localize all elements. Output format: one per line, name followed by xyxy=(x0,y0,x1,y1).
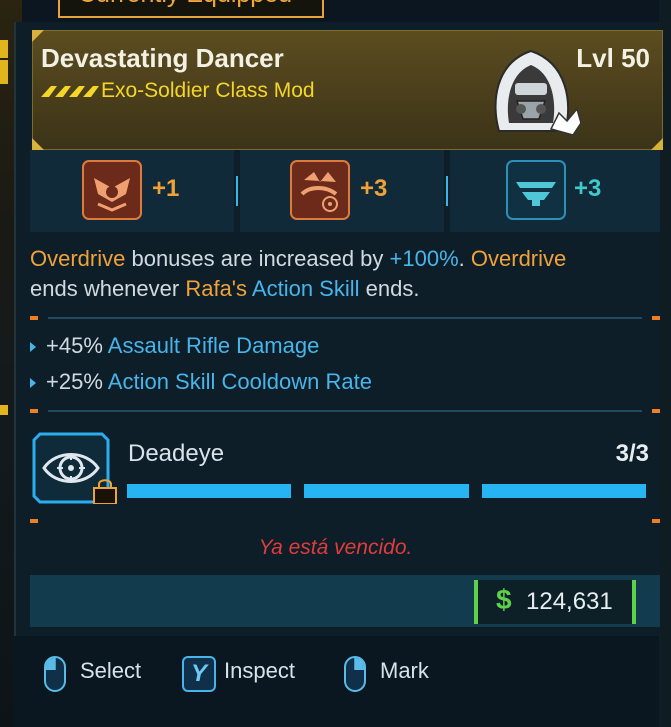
stat-line: +25% Action Skill Cooldown Rate xyxy=(30,369,372,395)
divider-tick xyxy=(652,519,660,523)
stat-label: Assault Rifle Damage xyxy=(107,333,320,358)
item-header: Devastating Dancer Exo-Soldier Class Mod… xyxy=(32,30,663,150)
divider-line xyxy=(48,410,642,412)
description-text: ends. xyxy=(359,276,420,301)
augment-name: Deadeye xyxy=(128,440,225,467)
bonus-value: +100% xyxy=(389,246,459,271)
hint-inspect[interactable]: Inspect xyxy=(224,658,295,684)
skill-bonus-value: +3 xyxy=(574,175,602,202)
keyword-overdrive: Overdrive xyxy=(470,246,567,271)
eye-target-icon[interactable] xyxy=(32,432,118,504)
corner-accent xyxy=(32,30,44,42)
skill-bonus-value: +3 xyxy=(360,175,388,202)
bullet-arrow-icon xyxy=(30,378,36,389)
background-marker xyxy=(0,40,8,58)
skill-separator xyxy=(446,176,448,206)
item-name: Devastating Dancer xyxy=(41,43,284,73)
hooded-exo-soldier-icon xyxy=(494,49,582,136)
skill-bonus-1[interactable]: +1 xyxy=(30,150,238,232)
divider-tick xyxy=(30,409,38,413)
divider-tick xyxy=(30,316,38,320)
skill-bonus-2[interactable]: +3 xyxy=(240,150,448,232)
legendary-chevrons-icon xyxy=(41,86,99,97)
augment-pip-3 xyxy=(482,484,646,498)
chevron-stack-icon xyxy=(506,160,566,220)
augment-pip-1 xyxy=(127,484,291,498)
skill-bonus-value: +1 xyxy=(152,175,180,202)
divider-tick xyxy=(652,409,660,413)
divider-tick xyxy=(30,519,38,523)
price-value: 124,631 xyxy=(526,588,613,615)
divider-tick xyxy=(652,316,660,320)
augment-pip-2 xyxy=(304,484,469,498)
dancer-reticle-icon xyxy=(290,160,350,220)
stat-label: Action Skill Cooldown Rate xyxy=(107,369,372,394)
tactical-mask-icon xyxy=(82,160,142,220)
mouse-left-icon xyxy=(44,656,66,692)
mouse-right-icon xyxy=(344,656,366,692)
description-text: ends whenever xyxy=(30,276,186,301)
background-marker xyxy=(0,405,8,415)
item-description: Overdrive bonuses are increased by +100%… xyxy=(30,244,650,304)
section-divider xyxy=(30,316,660,320)
augment-count: 3/3 xyxy=(615,440,649,467)
expired-warning: Ya está vencido. xyxy=(258,536,413,559)
price-box: $ 124,631 xyxy=(474,580,636,624)
background-marker xyxy=(0,60,8,84)
equipped-tab: Currently Equipped xyxy=(58,0,324,18)
item-type: Exo-Soldier Class Mod xyxy=(101,79,315,102)
y-button-icon: Y xyxy=(182,656,216,692)
stat-line: +45% Assault Rifle Damage xyxy=(30,333,319,359)
equipped-tab-label: Currently Equipped xyxy=(78,0,292,9)
bullet-arrow-icon xyxy=(30,342,36,353)
keyword-overdrive: Overdrive xyxy=(30,246,126,271)
keyword-action-skill: Action Skill xyxy=(251,276,360,301)
description-text: . xyxy=(458,246,471,271)
hint-mark[interactable]: Mark xyxy=(380,658,429,684)
skill-bonus-3[interactable]: +3 xyxy=(450,150,660,232)
hint-select[interactable]: Select xyxy=(80,658,141,684)
corner-accent xyxy=(32,138,44,150)
y-button-key: Y xyxy=(190,660,207,687)
currency-icon: $ xyxy=(496,584,512,615)
corner-accent xyxy=(651,138,663,150)
stat-value: +45% xyxy=(46,333,103,358)
skill-separator xyxy=(236,176,238,206)
section-divider xyxy=(30,519,660,523)
divider-line xyxy=(48,317,642,319)
description-text: bonuses are increased by xyxy=(125,246,390,271)
section-divider xyxy=(30,409,660,413)
stat-value: +25% xyxy=(46,369,103,394)
keyword-character: Rafa's xyxy=(185,276,247,301)
